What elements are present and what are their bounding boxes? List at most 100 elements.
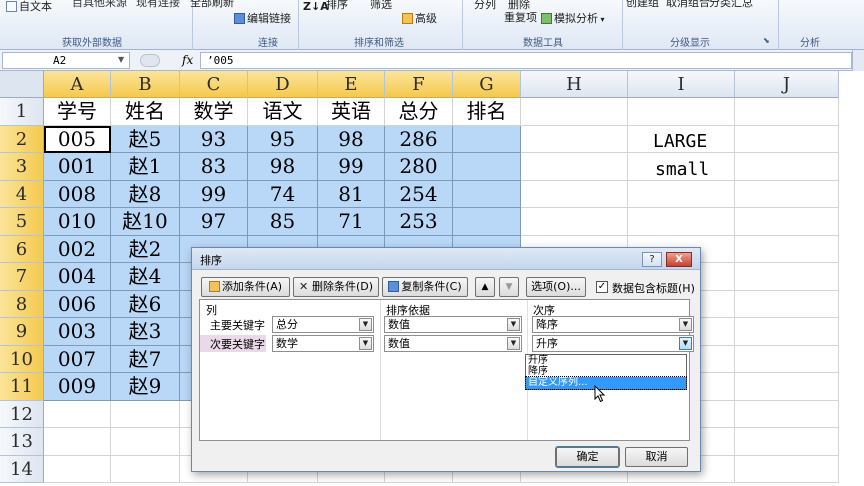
copy-level-button[interactable]: 复制条件(C) bbox=[382, 277, 468, 297]
select-all-corner[interactable] bbox=[0, 71, 44, 98]
help-button[interactable]: ? bbox=[642, 252, 662, 267]
cell-A8[interactable]: 006 bbox=[44, 290, 111, 318]
remove-duplicates-button[interactable]: 删除 重复项 bbox=[504, 0, 537, 24]
formula-input[interactable]: ’005 bbox=[200, 52, 852, 69]
column-header-F[interactable]: F bbox=[385, 71, 453, 98]
cell-B5[interactable]: 赵10 bbox=[111, 208, 180, 236]
cell-G2[interactable] bbox=[453, 125, 521, 153]
row-header-3[interactable]: 3 bbox=[0, 153, 44, 181]
cell-J2[interactable] bbox=[735, 125, 839, 153]
cell-J1[interactable] bbox=[735, 98, 839, 126]
column-header-C[interactable]: C bbox=[180, 71, 248, 98]
cell-C5[interactable]: 97 bbox=[180, 208, 248, 236]
row-header-10[interactable]: 10 bbox=[0, 345, 44, 373]
cell-J8[interactable] bbox=[735, 290, 839, 318]
add-level-button[interactable]: 添加条件(A) bbox=[201, 277, 290, 297]
cancel-button[interactable]: 取消 bbox=[625, 447, 688, 467]
cell-G1[interactable]: 排名 bbox=[453, 98, 521, 126]
row-header-12[interactable]: 12 bbox=[0, 400, 44, 428]
dropdown-option-custom-list[interactable]: 自定义序列... bbox=[525, 376, 687, 390]
move-up-button[interactable]: ▲ bbox=[475, 277, 495, 297]
filter-button[interactable]: 筛选 bbox=[370, 0, 392, 11]
cell-A10[interactable]: 007 bbox=[44, 345, 111, 373]
column-header-H[interactable]: H bbox=[521, 71, 628, 98]
cell-G4[interactable] bbox=[453, 180, 521, 208]
cell-D5[interactable]: 85 bbox=[248, 208, 318, 236]
cell-B11[interactable]: 赵9 bbox=[111, 373, 180, 401]
column-header-B[interactable]: B bbox=[111, 71, 180, 98]
cell-G5[interactable] bbox=[453, 208, 521, 236]
cell-E1[interactable]: 英语 bbox=[318, 98, 385, 126]
cell-B10[interactable]: 赵7 bbox=[111, 345, 180, 373]
chevron-down-icon[interactable]: ▼ bbox=[118, 55, 124, 64]
cell-J14[interactable] bbox=[735, 455, 839, 483]
cell-B13[interactable] bbox=[111, 428, 180, 456]
cell-J9[interactable] bbox=[735, 318, 839, 346]
cell-J7[interactable] bbox=[735, 263, 839, 291]
scrollbar[interactable] bbox=[852, 50, 864, 71]
cell-A12[interactable] bbox=[44, 400, 111, 428]
column-header-D[interactable]: D bbox=[248, 71, 318, 98]
cell-E4[interactable]: 81 bbox=[318, 180, 385, 208]
cell-F4[interactable]: 254 bbox=[385, 180, 453, 208]
row-header-4[interactable]: 4 bbox=[0, 180, 44, 208]
row-header-14[interactable]: 14 bbox=[0, 455, 44, 483]
row-header-7[interactable]: 7 bbox=[0, 263, 44, 291]
cell-I3[interactable]: small bbox=[655, 159, 709, 180]
cell-A1[interactable]: 学号 bbox=[44, 98, 111, 126]
cell-A3[interactable]: 001 bbox=[44, 153, 111, 181]
row-header-1[interactable]: 1 bbox=[0, 98, 44, 126]
cell-B14[interactable] bbox=[111, 455, 180, 483]
cell-J4[interactable] bbox=[735, 180, 839, 208]
dialog-title-bar[interactable]: 排序 ? X bbox=[192, 248, 700, 270]
cell-I1[interactable] bbox=[628, 98, 735, 126]
column-header-I[interactable]: I bbox=[628, 71, 735, 98]
cell-E3[interactable]: 99 bbox=[318, 153, 385, 181]
cell-B1[interactable]: 姓名 bbox=[111, 98, 180, 126]
ungroup-button[interactable]: 取消组合 bbox=[666, 0, 710, 9]
move-down-button[interactable]: ▼ bbox=[499, 277, 519, 297]
cell-C2[interactable]: 93 bbox=[180, 125, 248, 153]
other-sources-button[interactable]: 目具他来源 bbox=[72, 0, 127, 9]
cell-A5[interactable]: 010 bbox=[44, 208, 111, 236]
cell-I2[interactable]: LARGE bbox=[653, 131, 707, 152]
cell-J10[interactable] bbox=[735, 345, 839, 373]
row-header-9[interactable]: 9 bbox=[0, 318, 44, 346]
group-button[interactable]: 创建组 bbox=[626, 0, 659, 9]
cell-B9[interactable]: 赵3 bbox=[111, 318, 180, 346]
cell-J3[interactable] bbox=[735, 153, 839, 181]
cell-A2[interactable]: 005 bbox=[44, 125, 111, 153]
secondary-sort-on-select[interactable]: 数值 ▼ bbox=[384, 335, 522, 352]
name-box[interactable]: A2 bbox=[2, 52, 130, 69]
cell-A4[interactable]: 008 bbox=[44, 180, 111, 208]
cell-E5[interactable]: 71 bbox=[318, 208, 385, 236]
sort-az-icon[interactable]: Z↓A bbox=[303, 1, 329, 12]
text-to-columns-button[interactable]: 分列 bbox=[474, 0, 496, 11]
column-header-J[interactable]: J bbox=[735, 71, 839, 98]
cell-B12[interactable] bbox=[111, 400, 180, 428]
cell-H2[interactable] bbox=[521, 125, 628, 153]
close-button[interactable]: X bbox=[666, 252, 692, 267]
cell-F5[interactable]: 253 bbox=[385, 208, 453, 236]
cell-E2[interactable]: 98 bbox=[318, 125, 385, 153]
cell-F2[interactable]: 286 bbox=[385, 125, 453, 153]
cell-B7[interactable]: 赵4 bbox=[111, 263, 180, 291]
what-if-analysis-button[interactable]: 模拟分析 ▾ bbox=[541, 12, 605, 26]
options-button[interactable]: 选项(O)... bbox=[526, 277, 586, 297]
cell-C3[interactable]: 83 bbox=[180, 153, 248, 181]
cell-A11[interactable]: 009 bbox=[44, 373, 111, 401]
cell-H3[interactable] bbox=[521, 153, 628, 181]
cell-C4[interactable]: 99 bbox=[180, 180, 248, 208]
cell-J13[interactable] bbox=[735, 428, 839, 456]
dialog-launcher-icon[interactable]: ⬊ bbox=[763, 36, 770, 45]
primary-sort-on-select[interactable]: 数值 ▼ bbox=[384, 316, 522, 333]
cell-D4[interactable]: 74 bbox=[248, 180, 318, 208]
cell-A6[interactable]: 002 bbox=[44, 235, 111, 263]
cell-A9[interactable]: 003 bbox=[44, 318, 111, 346]
cell-I5[interactable] bbox=[628, 208, 735, 236]
column-header-A[interactable]: A bbox=[44, 71, 111, 98]
cell-B2[interactable]: 赵5 bbox=[111, 125, 180, 153]
insert-function-icon[interactable]: fx bbox=[182, 53, 193, 67]
column-header-E[interactable]: E bbox=[318, 71, 385, 98]
cell-J11[interactable] bbox=[735, 373, 839, 401]
